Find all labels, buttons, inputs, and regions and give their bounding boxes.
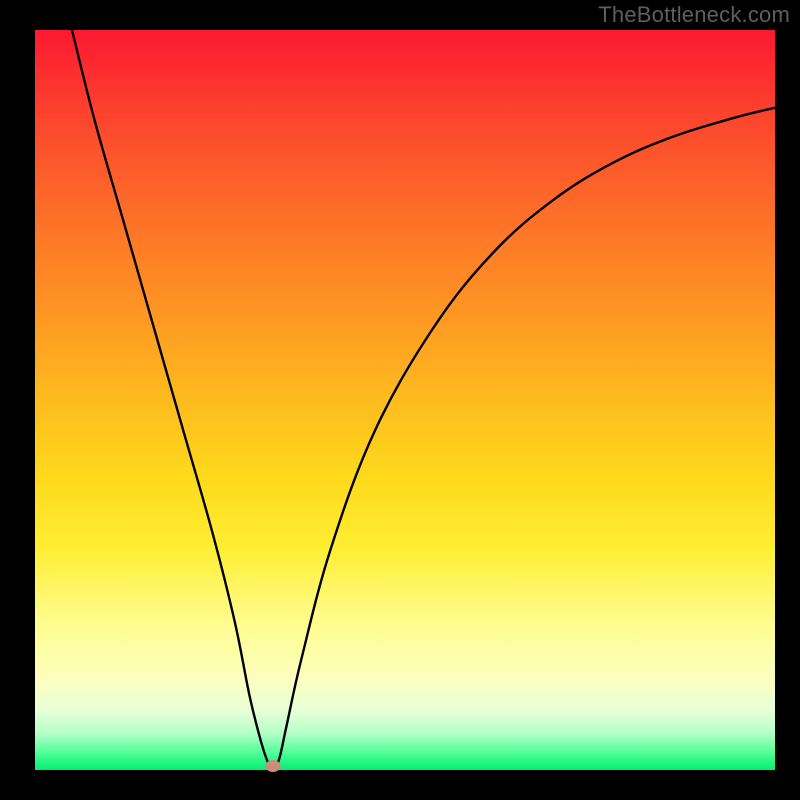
curve-minimum-marker bbox=[266, 760, 281, 772]
watermark-text: TheBottleneck.com bbox=[598, 2, 790, 28]
line-chart-svg bbox=[35, 30, 775, 770]
chart-frame: TheBottleneck.com bbox=[0, 0, 800, 800]
plot-area bbox=[35, 30, 775, 770]
bottleneck-curve-path bbox=[72, 30, 775, 769]
